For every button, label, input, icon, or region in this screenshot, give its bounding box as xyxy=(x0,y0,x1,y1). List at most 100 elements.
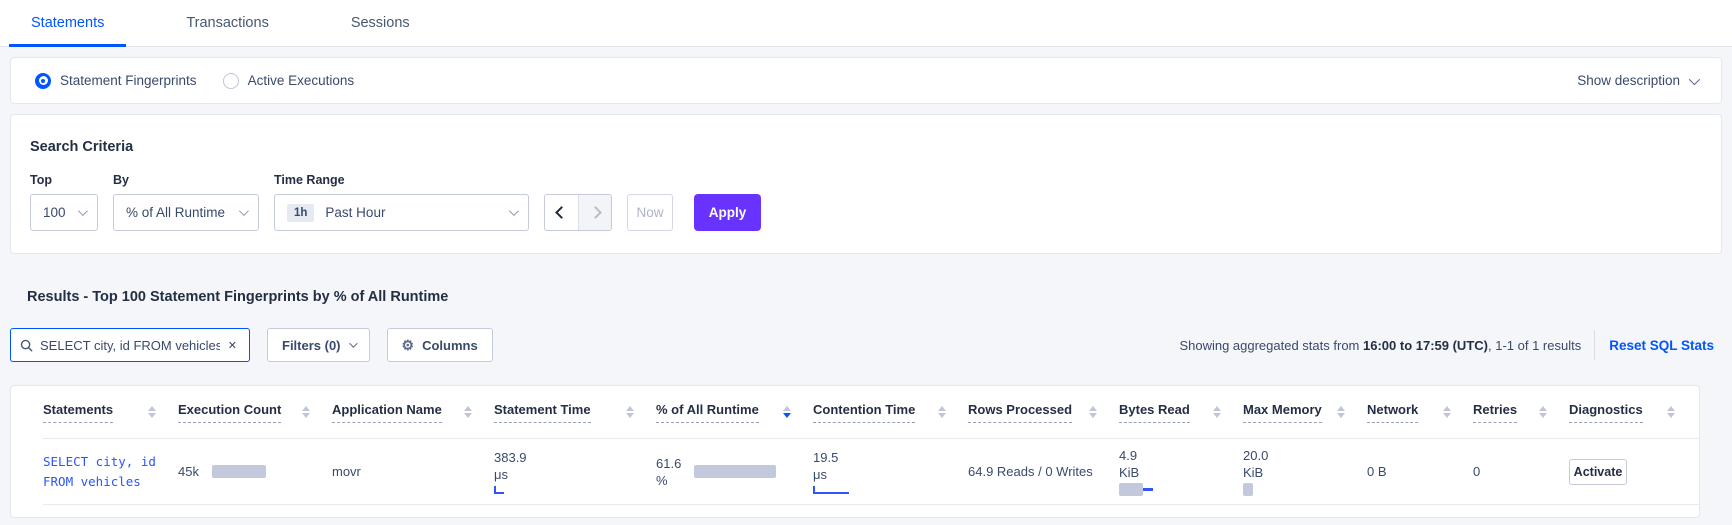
top-select[interactable]: 100 xyxy=(30,194,98,231)
statement-fingerprint-link[interactable]: SELECT city, id FROM vehicles xyxy=(43,452,178,492)
contention-time-bar xyxy=(813,486,968,494)
bytes-read-bar xyxy=(1119,483,1243,496)
radio-label: Active Executions xyxy=(247,73,355,88)
cell-retries: 0 xyxy=(1473,464,1481,479)
sort-icon[interactable] xyxy=(626,405,634,419)
sort-icon[interactable] xyxy=(1337,405,1345,419)
results-heading: Results - Top 100 Statement Fingerprints… xyxy=(27,289,449,305)
pct-runtime-bar xyxy=(694,465,777,478)
radio-unselected-icon xyxy=(222,72,239,89)
sort-icon[interactable] xyxy=(1443,405,1451,419)
by-select[interactable]: % of All Runtime xyxy=(113,194,259,231)
search-criteria-title: Search Criteria xyxy=(30,139,134,155)
by-field: By % of All Runtime xyxy=(113,173,259,231)
chevron-down-icon xyxy=(1688,73,1701,85)
cell-contention-time: 19.5 μs xyxy=(813,439,968,504)
time-range-field: Time Range 1h Past Hour xyxy=(274,173,529,231)
search-input[interactable] xyxy=(33,337,224,353)
column-header-retries[interactable]: Retries xyxy=(1473,402,1569,423)
chevron-left-icon xyxy=(555,206,568,219)
column-header-max-memory[interactable]: Max Memory xyxy=(1243,402,1367,423)
top-field: Top 100 xyxy=(30,173,98,231)
sort-icon[interactable] xyxy=(938,405,946,419)
top-label: Top xyxy=(30,173,52,187)
table-header-row: Statements Execution Count Application N… xyxy=(43,386,1699,438)
by-value: % of All Runtime xyxy=(126,205,226,220)
cell-pct-all-runtime: 61.6% xyxy=(656,439,813,504)
reset-sql-stats-link[interactable]: Reset SQL Stats xyxy=(1609,338,1714,353)
time-range-badge: 1h xyxy=(287,203,315,222)
columns-button[interactable]: ⚙ Columns xyxy=(386,328,493,362)
cell-rows-processed: 64.9 Reads / 0 Writes xyxy=(968,464,1093,479)
column-header-contention-time[interactable]: Contention Time xyxy=(813,402,968,423)
statements-table: Statements Execution Count Application N… xyxy=(10,385,1700,518)
chevron-down-icon xyxy=(348,339,358,348)
time-range-value: Past Hour xyxy=(325,205,386,220)
sort-icon[interactable] xyxy=(1667,405,1675,419)
column-header-execution-count[interactable]: Execution Count xyxy=(178,402,332,423)
max-memory-bar xyxy=(1243,483,1253,496)
cell-statement-time: 383.9 μs xyxy=(494,439,656,504)
sort-icon[interactable] xyxy=(1213,405,1221,419)
results-controls-row: ✕ Filters (0) ⚙ Columns Showing aggregat… xyxy=(10,328,1722,362)
radio-label: Statement Fingerprints xyxy=(60,73,197,88)
search-icon xyxy=(20,339,33,352)
column-header-bytes-read[interactable]: Bytes Read xyxy=(1119,402,1243,423)
tab-sessions[interactable]: Sessions xyxy=(329,0,432,46)
column-header-rows-processed[interactable]: Rows Processed xyxy=(968,402,1119,423)
radio-statement-fingerprints[interactable]: Statement Fingerprints xyxy=(35,72,197,89)
time-nav-group xyxy=(544,194,612,231)
aggregated-stats-note: Showing aggregated stats from 16:00 to 1… xyxy=(1179,337,1582,353)
columns-label: Columns xyxy=(422,337,478,353)
cell-max-memory: 20.0 KiB xyxy=(1243,439,1367,504)
previous-interval-button[interactable] xyxy=(545,195,578,230)
tab-statements[interactable]: Statements xyxy=(9,0,127,47)
divider xyxy=(1594,330,1596,360)
chevron-right-icon xyxy=(588,206,602,219)
activate-diagnostics-button[interactable]: Activate xyxy=(1569,458,1627,485)
filters-button[interactable]: Filters (0) xyxy=(267,328,370,362)
by-label: By xyxy=(113,173,129,187)
time-range-select[interactable]: 1h Past Hour xyxy=(274,194,529,231)
view-toggle-card: Statement Fingerprints Active Executions… xyxy=(10,57,1722,104)
radio-active-executions[interactable]: Active Executions xyxy=(222,72,355,89)
gear-icon: ⚙ xyxy=(401,337,415,353)
statement-search-box: ✕ xyxy=(10,328,250,362)
cell-statement: SELECT city, id FROM vehicles xyxy=(43,439,178,504)
cell-bytes-read: 4.9 KiB xyxy=(1119,439,1243,504)
now-button[interactable]: Now xyxy=(627,194,673,231)
execution-count-bar xyxy=(211,465,266,478)
filters-label: Filters (0) xyxy=(282,337,341,353)
chevron-down-icon xyxy=(508,206,519,217)
search-criteria-card: Search Criteria Top 100 By % of All Runt… xyxy=(10,114,1722,254)
radio-selected-icon xyxy=(35,72,51,89)
next-interval-button[interactable] xyxy=(578,195,611,230)
column-header-application-name[interactable]: Application Name xyxy=(332,402,494,423)
statement-time-bar xyxy=(494,486,656,494)
apply-button[interactable]: Apply xyxy=(694,194,761,231)
chevron-down-icon xyxy=(238,206,249,217)
column-header-statement-time[interactable]: Statement Time xyxy=(494,402,656,423)
show-description-toggle[interactable]: Show description xyxy=(1577,73,1701,88)
time-range-label: Time Range xyxy=(274,173,345,187)
sort-icon[interactable] xyxy=(464,405,472,419)
column-header-network[interactable]: Network xyxy=(1367,402,1473,423)
clear-search-icon[interactable]: ✕ xyxy=(224,337,241,354)
tab-transactions[interactable]: Transactions xyxy=(164,0,290,46)
sort-icon[interactable] xyxy=(148,405,156,419)
tab-bar: Statements Transactions Sessions xyxy=(0,0,1732,47)
top-value: 100 xyxy=(43,205,66,220)
chevron-down-icon xyxy=(77,206,88,217)
column-header-pct-all-runtime[interactable]: % of All Runtime xyxy=(656,402,813,423)
table-row: SELECT city, id FROM vehicles 45k movr 3… xyxy=(43,438,1699,505)
column-header-statements[interactable]: Statements xyxy=(43,402,178,423)
stats-time-range: 16:00 to 17:59 (UTC) xyxy=(1363,337,1488,353)
column-header-diagnostics[interactable]: Diagnostics xyxy=(1569,402,1697,423)
sort-icon-active[interactable] xyxy=(783,405,791,419)
cell-application-name: movr xyxy=(332,464,361,479)
sort-icon[interactable] xyxy=(302,405,310,419)
sort-icon[interactable] xyxy=(1089,405,1097,419)
sort-icon[interactable] xyxy=(1539,405,1547,419)
show-description-label: Show description xyxy=(1577,73,1680,88)
cell-execution-count: 45k xyxy=(178,439,332,504)
